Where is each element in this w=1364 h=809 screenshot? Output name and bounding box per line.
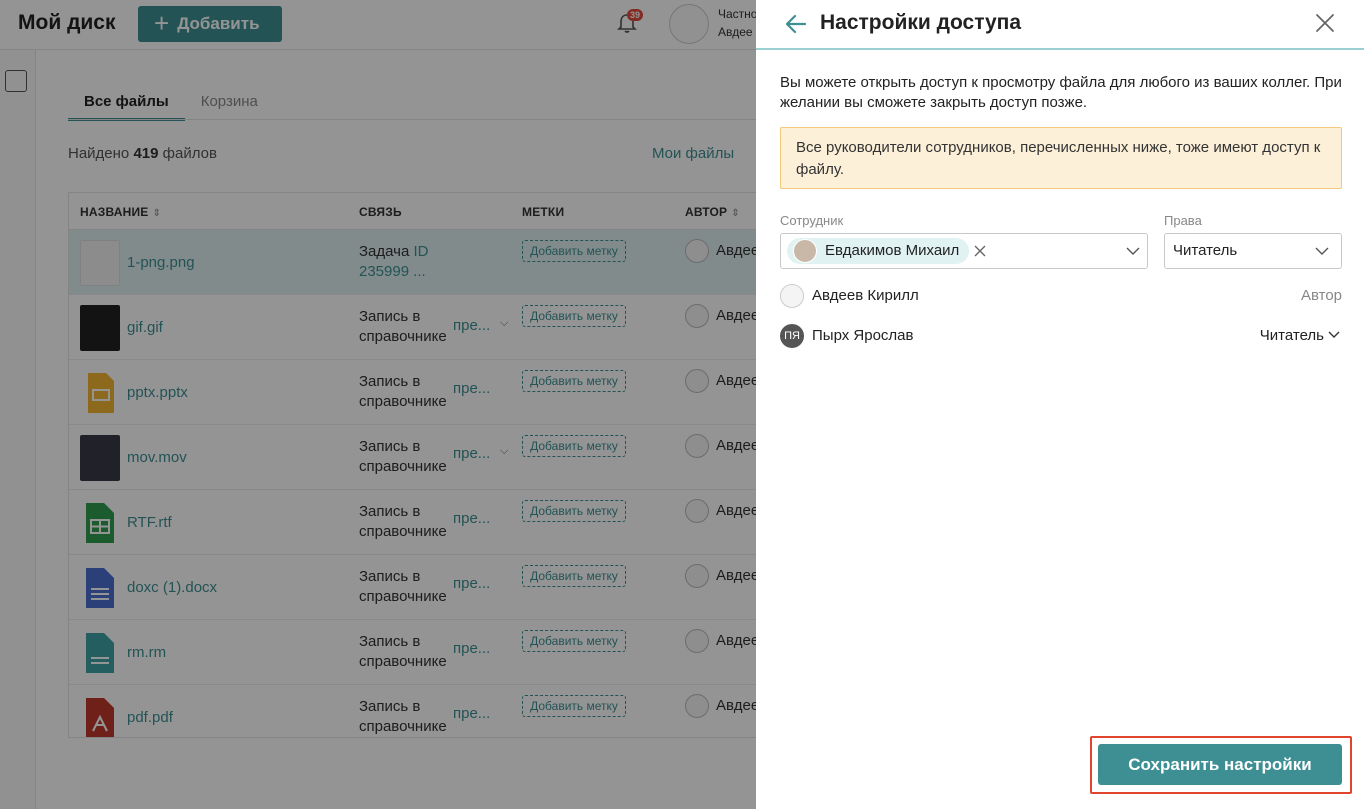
- employee-label: Сотрудник: [780, 213, 844, 228]
- chevron-down-icon[interactable]: [1328, 329, 1340, 341]
- employee-avatar: [793, 239, 817, 263]
- person-avatar: [780, 284, 804, 308]
- access-person-row: Авдеев Кирилл Автор: [780, 284, 1342, 308]
- person-name: Пырх Ярослав: [812, 327, 914, 344]
- back-arrow-icon[interactable]: [784, 12, 808, 36]
- rights-label: Права: [1164, 213, 1202, 228]
- chevron-down-icon: [1315, 247, 1329, 255]
- person-role-dropdown[interactable]: Читатель: [1260, 327, 1324, 344]
- selected-employee-name: Евдакимов Михаил: [825, 242, 960, 259]
- modal-overlay[interactable]: [0, 0, 756, 809]
- selected-employee-chip: Евдакимов Михаил: [787, 238, 986, 264]
- access-person-row: ПЯ Пырх Ярослав Читатель: [780, 324, 1342, 348]
- person-role: Автор: [1300, 287, 1342, 304]
- chevron-down-icon[interactable]: [1126, 244, 1140, 258]
- employee-select[interactable]: Евдакимов Михаил: [780, 233, 1148, 269]
- save-settings-button[interactable]: Сохранить настройки: [1098, 744, 1342, 785]
- drawer-title: Настройки доступа: [820, 11, 1022, 34]
- person-avatar: ПЯ: [780, 324, 804, 348]
- managers-notice: Все руководители сотрудников, перечислен…: [780, 127, 1342, 189]
- access-description: Вы можете открыть доступ к просмотру фай…: [780, 74, 1342, 111]
- close-icon[interactable]: [1314, 12, 1336, 34]
- drawer-header: Настройки доступа: [756, 0, 1364, 50]
- rights-select-value: Читатель: [1173, 242, 1238, 259]
- remove-chip-icon[interactable]: [973, 244, 987, 258]
- access-settings-drawer: Настройки доступа Вы можете открыть дост…: [756, 0, 1364, 809]
- rights-select[interactable]: Читатель: [1164, 233, 1342, 269]
- person-name: Авдеев Кирилл: [812, 287, 919, 304]
